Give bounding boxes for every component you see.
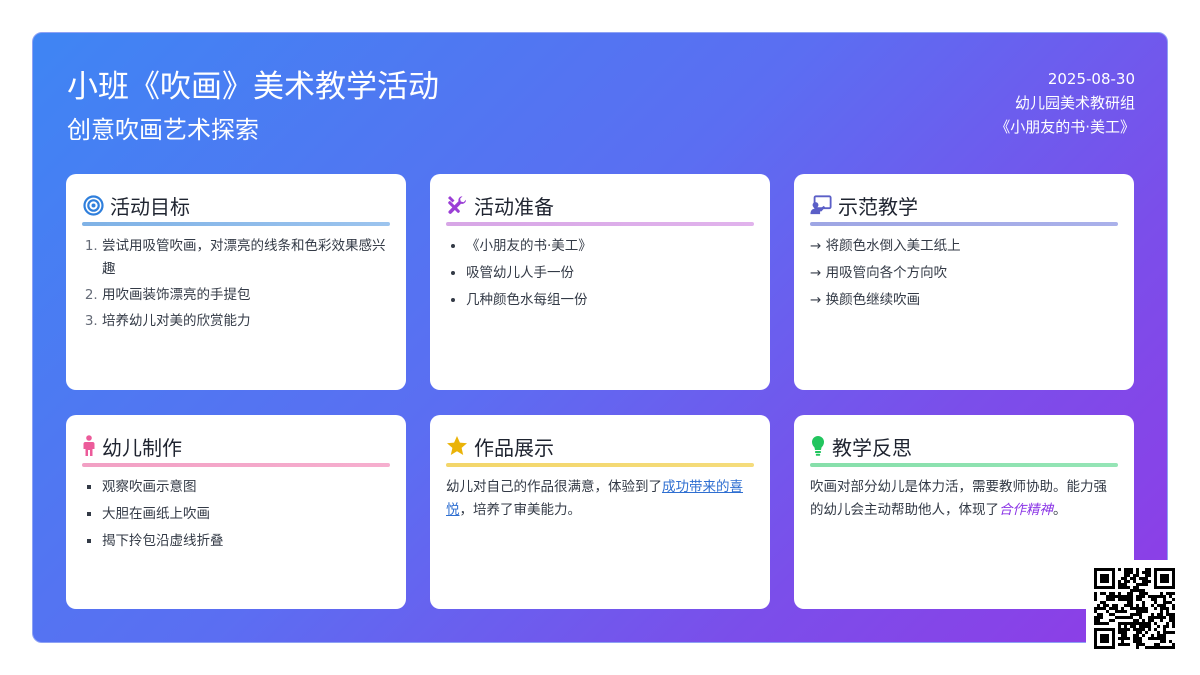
star-icon [446, 435, 468, 457]
card-activity-goals: 活动目标 尝试用吸管吹画，对漂亮的线条和色彩效果感兴趣 用吹画装饰漂亮的手提包 … [66, 174, 406, 390]
title-divider [446, 222, 754, 226]
card-title-demonstration: 示范教学 [838, 194, 918, 219]
list-item: 观察吹画示意图 [102, 476, 390, 499]
source-book: 《小朋友的书·美工》 [995, 118, 1135, 136]
page-title: 小班《吹画》美术教学活动 [67, 69, 439, 105]
activity-date: 2025-08-30 [1047, 70, 1135, 88]
reflection-text: 吹画对部分幼儿是体力活，需要教师协助。能力强的幼儿会主动帮助他人，体现了合作精神… [810, 479, 1107, 518]
target-icon [82, 194, 104, 216]
list-item: 《小朋友的书·美工》 [466, 235, 754, 258]
lightbulb-icon [810, 435, 826, 457]
title-divider [446, 463, 754, 467]
card-title-children-making: 幼儿制作 [102, 435, 182, 460]
step-item: → 用吸管向各个方向吹 [810, 265, 948, 281]
goals-list: 尝试用吸管吹画，对漂亮的线条和色彩效果感兴趣 用吹画装饰漂亮的手提包 培养幼儿对… [82, 235, 390, 333]
title-divider [810, 463, 1118, 467]
teacher-icon [810, 194, 832, 216]
card-title-goals: 活动目标 [110, 194, 190, 219]
step-item: → 将颜色水倒入美工纸上 [810, 238, 961, 254]
card-teaching-reflection: 教学反思 吹画对部分幼儿是体力活，需要教师协助。能力强的幼儿会主动帮助他人，体现… [794, 415, 1134, 609]
list-item: 用吹画装饰漂亮的手提包 [102, 284, 390, 307]
card-title-reflection: 教学反思 [832, 435, 912, 460]
card-title-showcase: 作品展示 [474, 435, 554, 460]
card-title-preparation: 活动准备 [474, 194, 554, 219]
qr-code [1086, 560, 1182, 656]
qr-code-pattern [1094, 568, 1175, 649]
card-children-making: 幼儿制作 观察吹画示意图 大胆在画纸上吹画 揭下拎包沿虚线折叠 [66, 415, 406, 609]
card-activity-preparation: 活动准备 《小朋友的书·美工》 吸管幼儿人手一份 几种颜色水每组一份 [430, 174, 770, 390]
preparation-list: 《小朋友的书·美工》 吸管幼儿人手一份 几种颜色水每组一份 [446, 235, 754, 312]
showcase-text: 幼儿对自己的作品很满意，体验到了成功带来的喜悦，培养了审美能力。 [446, 479, 743, 518]
list-item: 吸管幼儿人手一份 [466, 262, 754, 285]
list-item: 尝试用吸管吹画，对漂亮的线条和色彩效果感兴趣 [102, 235, 390, 281]
making-steps-list: 观察吹画示意图 大胆在画纸上吹画 揭下拎包沿虚线折叠 [82, 476, 390, 553]
list-item: 揭下拎包沿虚线折叠 [102, 530, 390, 553]
activity-board: 小班《吹画》美术教学活动 创意吹画艺术探索 2025-08-30 幼儿园美术教研… [32, 32, 1168, 643]
card-works-showcase: 作品展示 幼儿对自己的作品很满意，体验到了成功带来的喜悦，培养了审美能力。 [430, 415, 770, 609]
emphasis-text: 合作精神 [999, 502, 1053, 518]
tools-icon [446, 194, 468, 216]
list-item: 培养幼儿对美的欣赏能力 [102, 310, 390, 333]
header-meta: 2025-08-30 幼儿园美术教研组 《小朋友的书·美工》 [995, 67, 1135, 139]
title-divider [810, 222, 1118, 226]
title-divider [82, 222, 390, 226]
organization-name: 幼儿园美术教研组 [1014, 94, 1135, 112]
list-item: 大胆在画纸上吹画 [102, 503, 390, 526]
card-demonstration: 示范教学 → 将颜色水倒入美工纸上 → 用吸管向各个方向吹 → 换颜色继续吹画 [794, 174, 1134, 390]
demonstration-steps: → 将颜色水倒入美工纸上 → 用吸管向各个方向吹 → 换颜色继续吹画 [810, 235, 1118, 312]
list-item: 几种颜色水每组一份 [466, 289, 754, 312]
title-divider [82, 463, 390, 467]
page-subtitle: 创意吹画艺术探索 [67, 116, 259, 144]
child-icon [82, 435, 96, 457]
step-item: → 换颜色继续吹画 [810, 292, 921, 308]
